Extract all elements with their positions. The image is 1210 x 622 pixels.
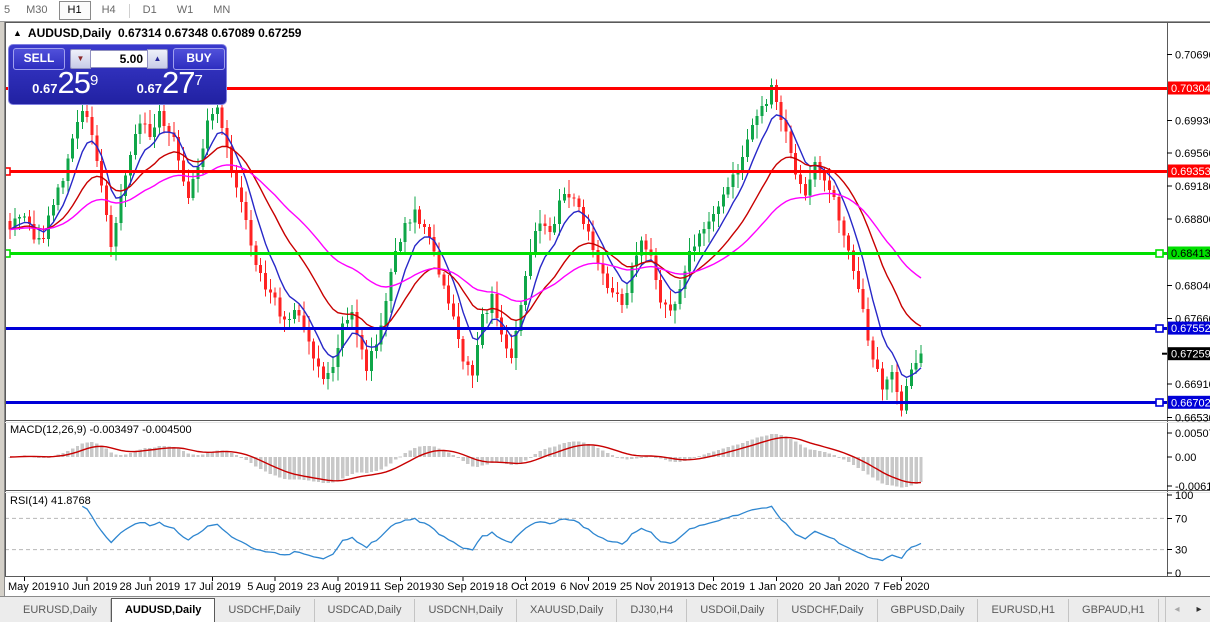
svg-text:0.68413: 0.68413 [1171,248,1210,260]
tab-usdoil-daily[interactable]: USDOil,Daily [687,599,779,622]
tab-usdcad-daily[interactable]: USDCAD,Daily [315,599,416,622]
chart-ohlc-values: 0.67314 0.67348 0.67089 0.67259 [117,26,302,40]
svg-text:0.67552: 0.67552 [1171,323,1210,335]
timeframe-toolbar: 5 M30 H1 H4 D1 W1 MN [0,0,1210,22]
svg-text:0.70690: 0.70690 [1175,49,1210,61]
svg-text:0.68040: 0.68040 [1175,281,1210,293]
tab-usdchf-daily[interactable]: USDCHF,Daily [778,599,878,622]
tab-eurusd-daily[interactable]: EURUSD,Daily [10,599,111,622]
chart-tab-bar: EURUSD,Daily AUDUSD,Daily USDCHF,Daily USDC… [0,596,1210,622]
timeframe-m30[interactable]: M30 [17,1,56,20]
tab-dj30-h4[interactable]: DJ30,H4 [617,599,688,622]
chart-symbol-label: AUDUSD,Daily [27,26,112,40]
svg-text:28 Jun 2019: 28 Jun 2019 [120,581,181,593]
svg-text:10 Jun 2019: 10 Jun 2019 [57,581,118,593]
svg-text:0.69930: 0.69930 [1175,116,1210,128]
svg-text:0.68800: 0.68800 [1175,214,1210,226]
svg-text:0.70304: 0.70304 [1171,83,1210,95]
svg-text:18 Oct 2019: 18 Oct 2019 [496,581,556,593]
sell-price[interactable]: 0.67259 [13,65,118,104]
tab-xauusd-daily[interactable]: XAUUSD,Daily [517,599,618,622]
timeframe-d1[interactable]: D1 [134,1,166,20]
sell-price-big: 25 [57,65,90,100]
svg-text:17 Jul 2019: 17 Jul 2019 [184,581,241,593]
svg-text:0.67259: 0.67259 [1171,349,1210,361]
window-left-frame [0,22,5,596]
timeframe-5[interactable]: 5 [1,1,15,20]
svg-text:7 Feb 2020: 7 Feb 2020 [874,581,930,593]
svg-text:0.69180: 0.69180 [1175,181,1210,193]
svg-text:20 Jan 2020: 20 Jan 2020 [809,581,870,593]
timeframe-w1[interactable]: W1 [168,1,203,20]
svg-text:23 Aug 2019: 23 Aug 2019 [307,581,369,593]
svg-text:1 Jan 2020: 1 Jan 2020 [749,581,803,593]
tab-scroll-left-icon[interactable]: ◂ [1174,604,1179,615]
toolbar-separator [128,3,130,18]
svg-text:0: 0 [1175,568,1181,580]
buy-price[interactable]: 0.67277 [118,65,223,104]
chart-canvas[interactable]: 0.70690 0.69930 0.69560 0.69180 0.68800 0.680… [0,22,1210,596]
svg-text:0.66910: 0.66910 [1175,379,1210,391]
chart-title: ▲ AUDUSD,Daily 0.67314 0.67348 0.67089 0.… [13,26,301,40]
svg-text:0.00: 0.00 [1175,452,1196,464]
svg-text:6 Nov 2019: 6 Nov 2019 [560,581,616,593]
tab-gbpusd-daily[interactable]: GBPUSD,Daily [878,599,979,622]
svg-text:0.66702: 0.66702 [1171,397,1210,409]
svg-text:30: 30 [1175,545,1187,557]
rsi-indicator-label: RSI(14) 41.8768 [10,495,91,507]
tab-usdchf-daily[interactable]: USDCHF,Daily [215,599,315,622]
macd-indicator-label: MACD(12,26,9) -0.003497 -0.004500 [10,424,192,436]
one-click-trading-panel: SELL ▼ ▲ BUY 0.67259 0.67277 [8,44,227,105]
tab-scroll-right-icon[interactable]: ▸ [1196,604,1201,615]
svg-text:0.66530: 0.66530 [1175,412,1210,424]
buy-price-sup: 7 [194,72,203,89]
tab-usdcnh-daily[interactable]: USDCNH,Daily [415,599,518,622]
svg-text:30 Sep 2019: 30 Sep 2019 [432,581,494,593]
timeframe-h4[interactable]: H4 [93,1,125,20]
svg-text:0.69353: 0.69353 [1171,166,1210,178]
tab-scroll-arrows: ◂ ▸ [1165,597,1210,622]
svg-text:5 Aug 2019: 5 Aug 2019 [247,581,303,593]
volume-input[interactable] [91,50,147,68]
svg-text:22 May 2019: 22 May 2019 [0,581,56,593]
sell-price-prefix: 0.67 [32,81,58,96]
svg-text:0.005076: 0.005076 [1175,428,1210,440]
timeframe-h1[interactable]: H1 [58,1,91,20]
svg-text:100: 100 [1175,490,1193,502]
sell-price-sup: 9 [89,72,99,89]
timeframe-mn[interactable]: MN [204,1,239,20]
tab-eurusd-h1[interactable]: EURUSD,H1 [978,599,1070,622]
svg-text:25 Nov 2019: 25 Nov 2019 [620,581,682,593]
buy-price-big: 27 [161,65,195,100]
svg-text:13 Dec 2019: 13 Dec 2019 [683,581,745,593]
svg-text:0.69560: 0.69560 [1175,148,1210,160]
tab-gbpaud-h1[interactable]: GBPAUD,H1 [1069,599,1159,622]
collapse-triangle-icon: ▲ [13,28,22,38]
svg-text:70: 70 [1175,513,1187,525]
svg-text:11 Sep 2019: 11 Sep 2019 [370,581,432,593]
buy-price-prefix: 0.67 [136,81,162,96]
tab-audusd-daily[interactable]: AUDUSD,Daily [110,598,216,622]
